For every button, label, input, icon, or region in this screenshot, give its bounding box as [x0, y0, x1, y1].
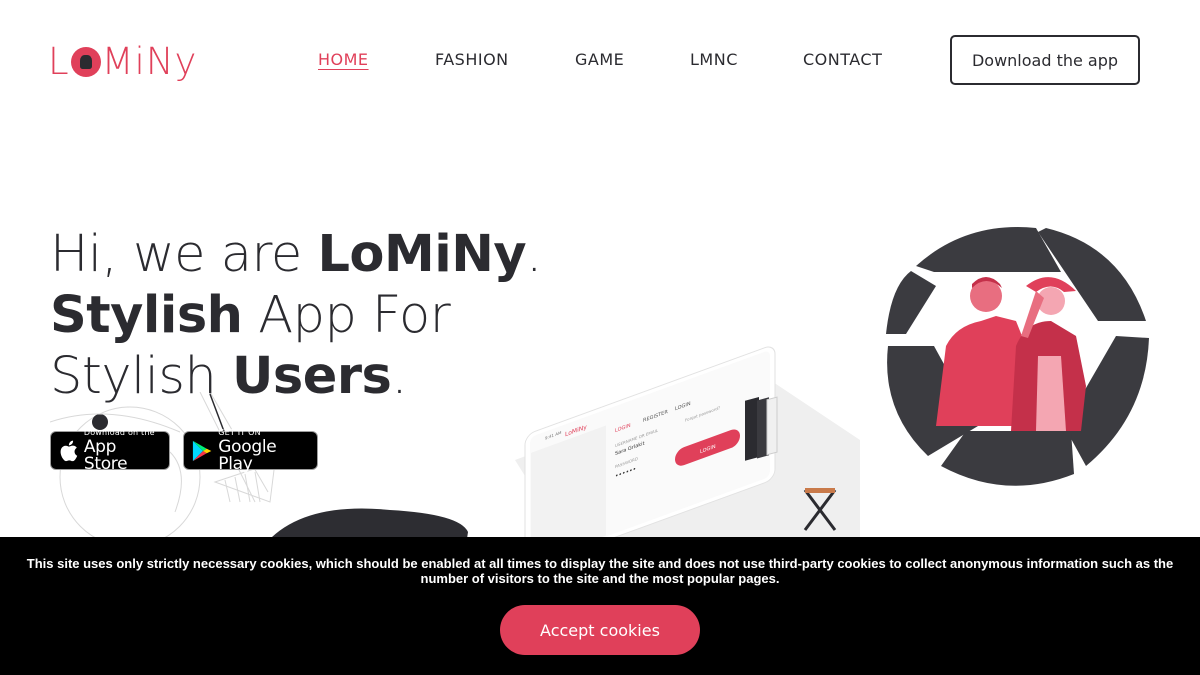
hero-line-3-prefix: Stylish [50, 347, 232, 406]
google-play-text: GET IT ON Google Play [218, 427, 308, 474]
hero-line-2-rest: App For [242, 286, 451, 345]
store-badges: Download on the App Store GET IT ON Goog… [50, 427, 318, 474]
nav-home[interactable]: HOME [318, 50, 369, 69]
hero-line-3: Stylish Users. [50, 346, 542, 407]
google-play-small-label: GET IT ON [218, 427, 261, 437]
nav-lmnc[interactable]: LMNC [690, 50, 738, 69]
logo[interactable]: L MiNy [48, 38, 197, 84]
hero-heading: Hi, we are LoMiNy. Stylish App For Styli… [50, 224, 542, 407]
app-store-text: Download on the App Store [83, 427, 160, 474]
app-store-small-label: Download on the [83, 427, 155, 437]
app-store-badge[interactable]: Download on the App Store [50, 427, 170, 474]
app-store-label: App Store [83, 436, 128, 474]
hero-line-2: Stylish App For [50, 285, 542, 346]
logo-aperture-icon [70, 47, 101, 77]
camera-aperture-illustration [886, 226, 1149, 488]
logo-text: L MiNy [48, 40, 197, 83]
hero-line-1: Hi, we are LoMiNy. [50, 224, 542, 285]
cookie-notice-text: This site uses only strictly necessary c… [26, 556, 1174, 586]
accept-cookies-button[interactable]: Accept cookies [500, 605, 700, 655]
logo-letter-l: L [48, 39, 70, 83]
hero-line-3-suffix: . [391, 347, 408, 406]
nav-contact[interactable]: CONTACT [803, 50, 882, 69]
download-app-button[interactable]: Download the app [950, 35, 1140, 85]
hero-brand-name: LoMiNy [317, 225, 527, 284]
nav-fashion[interactable]: FASHION [435, 50, 509, 69]
apple-icon [60, 440, 78, 461]
nav-game[interactable]: GAME [575, 50, 624, 69]
hero-line-2-bold: Stylish [50, 286, 243, 345]
logo-letters: MiNy [101, 39, 198, 83]
google-play-icon [192, 440, 212, 461]
hero-line-1-prefix: Hi, we are [50, 225, 318, 284]
google-play-label: Google Play [218, 436, 277, 474]
hero-line-3-bold: Users [232, 347, 392, 406]
hero-line-1-suffix: . [526, 225, 542, 284]
cookie-banner: This site uses only strictly necessary c… [0, 537, 1200, 675]
google-play-badge[interactable]: GET IT ON Google Play [183, 427, 318, 474]
phone-mockup: LoMiNy 9:41 AM LOGIN REGISTER LOGIN USER… [515, 346, 860, 540]
